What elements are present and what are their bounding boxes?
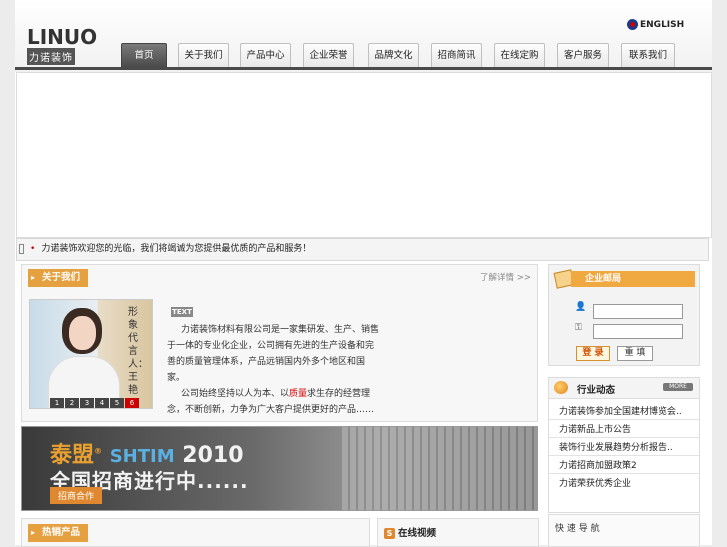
video-title-text: 在线视频 (398, 528, 437, 539)
hot-products-panel: 热销产品 (21, 518, 370, 547)
user-icon: 👤 (575, 302, 587, 312)
logo-subtext: 力诺装饰 (27, 48, 75, 65)
video-icon: S (384, 528, 395, 539)
spokesperson-photo[interactable]: 形象代言人：王艳 123456 (29, 299, 153, 409)
photo-face (69, 316, 96, 350)
nav-tab-contact[interactable]: 联系我们 (621, 43, 675, 67)
language-switch[interactable]: ENGLISH (627, 19, 684, 30)
slide-number[interactable]: 1 (50, 398, 64, 408)
mail-title: 企业邮局 (571, 271, 695, 287)
divider (549, 419, 699, 420)
about-paragraph-2: 公司始终坚持以人为本、以质量求生存的经营理念，不断创新，力争为广大客户提供更好的… (167, 386, 382, 418)
about-title: 关于我们 (28, 269, 89, 287)
ad-brand-en: SHTIM (109, 446, 175, 467)
investment-ad-banner[interactable]: 泰盟® SHTIM 2010 全国招商进行中...... 招商合作 (21, 426, 538, 511)
slide-number[interactable]: 3 (80, 398, 94, 408)
slide-number[interactable]: 5 (110, 398, 124, 408)
news-title: 行业动态 (577, 385, 616, 396)
slide-number-active[interactable]: 6 (125, 398, 139, 408)
online-video-panel: S 在线视频 (377, 518, 539, 547)
notice-marker-icon (19, 243, 24, 254)
nav-tab-investment[interactable]: 招商简讯 (431, 43, 482, 67)
language-label: ENGLISH (640, 20, 685, 30)
quick-nav-panel: 快 速 导 航 (548, 514, 700, 547)
news-item[interactable]: 力诺荣获优秀企业 (559, 476, 631, 489)
nav-tab-honors[interactable]: 企业荣誉 (303, 43, 354, 67)
about-panel: 关于我们 了解详情 >> 形象代言人：王艳 123456 TEXT 力诺装饰材料… (21, 264, 538, 422)
about-more-link[interactable]: 了解详情 >> (480, 271, 531, 283)
divider (549, 437, 699, 438)
divider (549, 473, 699, 474)
flash-banner (16, 72, 712, 238)
divider (549, 455, 699, 456)
nav-tab-products[interactable]: 产品中心 (240, 43, 291, 67)
header: LINUO 力诺装饰 ENGLISH 首页 关于我们 产品中心 企业荣誉 品牌文… (15, 0, 712, 72)
reset-button[interactable]: 重 填 (617, 346, 653, 361)
video-title: S 在线视频 (384, 525, 436, 539)
about-paragraph-1: 力诺装饰材料有限公司是一家集研发、生产、销售于一体的专业化企业，公司拥有先进的生… (167, 325, 380, 383)
nav-tab-brand[interactable]: 品牌文化 (368, 43, 419, 67)
hot-products-title: 热销产品 (28, 524, 89, 542)
notice-text[interactable]: 力诺装饰欢迎您的光临，我们将竭诚为您提供最优质的产品和服务！ (41, 244, 311, 254)
page: LINUO 力诺装饰 ENGLISH 首页 关于我们 产品中心 企业荣誉 品牌文… (15, 0, 712, 547)
nav-tab-home[interactable]: 首页 (121, 43, 167, 67)
nav-tab-order[interactable]: 在线定购 (494, 43, 545, 67)
nav-tab-service[interactable]: 客户服务 (557, 43, 609, 67)
mail-username-input[interactable] (593, 304, 683, 319)
key-icon: ⚿ (575, 323, 582, 333)
news-icon (554, 381, 568, 394)
news-item[interactable]: 力诺新品上市公告 (559, 422, 631, 435)
mail-password-input[interactable] (593, 324, 683, 339)
about-text: 力诺装饰材料有限公司是一家集研发、生产、销售于一体的专业化企业，公司拥有先进的生… (167, 322, 382, 418)
industry-news-panel: 行业动态 MORE 力诺装饰参加全国建材博览会.. 力诺新品上市公告 装饰行业发… (548, 377, 700, 513)
mail-login-panel: 企业邮局 👤 ⚿ 登 录 重 填 (548, 264, 700, 366)
slide-numbers: 123456 (50, 398, 140, 408)
slide-number[interactable]: 2 (65, 398, 79, 408)
news-header: 行业动态 MORE (549, 378, 699, 399)
nav-underline (15, 67, 712, 70)
bullet-icon: • (30, 244, 36, 254)
text-tag: TEXT (171, 307, 193, 317)
logo[interactable]: LINUO 力诺装饰 (27, 27, 113, 65)
spokesperson-caption: 形象代言人：王艳 (128, 307, 148, 396)
slide-number[interactable]: 4 (95, 398, 109, 408)
about-highlight: 质量 (289, 389, 308, 399)
quick-nav-title: 快 速 导 航 (555, 524, 600, 534)
uk-flag-icon (627, 19, 638, 30)
news-item[interactable]: 装饰行业发展趋势分析报告.. (559, 440, 673, 453)
notice-bar: • 力诺装饰欢迎您的光临，我们将竭诚为您提供最优质的产品和服务！ (16, 238, 709, 261)
logo-text: LINUO (27, 25, 98, 49)
news-more-button[interactable]: MORE (663, 383, 693, 391)
news-item[interactable]: 力诺招商加盟政策2 (559, 458, 637, 471)
login-button[interactable]: 登 录 (576, 346, 610, 361)
nav-tab-about[interactable]: 关于我们 (178, 43, 229, 67)
building-graphic (342, 427, 537, 510)
news-item[interactable]: 力诺装饰参加全国建材博览会.. (559, 404, 682, 417)
about-text-part: 公司始终坚持以人为本、以 (181, 389, 290, 399)
ad-cta-button[interactable]: 招商合作 (50, 487, 103, 504)
